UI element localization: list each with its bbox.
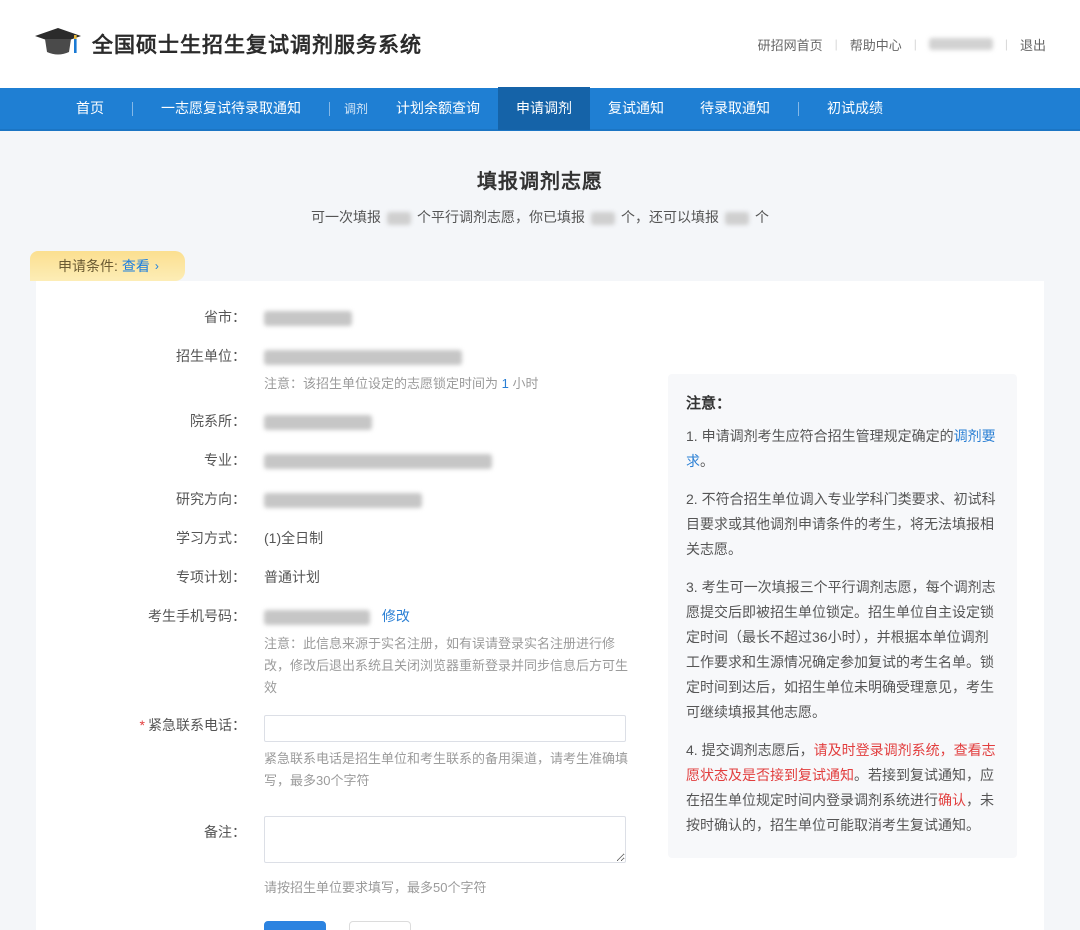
phone-note: 注意：此信息来源于实名注册，如有误请登录实名注册进行修改，修改后退出系统且关闭浏… (264, 633, 632, 699)
remark-textarea[interactable] (264, 816, 626, 863)
study-mode-value: (1)全日制 (264, 528, 323, 549)
phone-value-redacted (264, 610, 370, 625)
major-label: 专业： (72, 450, 246, 471)
view-condition-link[interactable]: 查看 (122, 256, 150, 276)
phone-label: 考生手机号码： (72, 606, 246, 627)
notice-item-2: 2. 不符合招生单位调入专业学科门类要求、初试科目要求或其他调剂申请条件的考生，… (686, 487, 999, 562)
page-subtitle: 可一次填报 个平行调剂志愿，你已填报 个，还可以填报 个 (0, 207, 1080, 227)
page-head: 填报调剂志愿 可一次填报 个平行调剂志愿，你已填报 个，还可以填报 个 (0, 131, 1080, 227)
page-title: 填报调剂志愿 (0, 165, 1080, 194)
notice-text: 4. 提交调剂志愿后， (686, 742, 814, 758)
direction-label: 研究方向： (72, 489, 246, 510)
major-value-redacted (264, 454, 492, 469)
note-text: 小时 (513, 376, 539, 391)
divider (798, 102, 799, 116)
direction-value-redacted (264, 493, 422, 508)
province-label: 省市： (72, 307, 246, 328)
special-plan-label: 专项计划： (72, 567, 246, 588)
form-row-direction: 研究方向： (72, 489, 636, 510)
nav-apply-tiaoji[interactable]: 申请调剂 (498, 87, 590, 130)
notice-warning-text: 确认 (938, 792, 966, 808)
notice-item-4: 4. 提交调剂志愿后，请及时登录调剂系统，查看志愿状态及是否接到复试通知。若接到… (686, 738, 999, 838)
form-row-emergency: *紧急联系电话： (72, 715, 636, 742)
notice-title: 注意： (686, 391, 999, 416)
notice-item-1: 1. 申请调剂考生应符合招生管理规定确定的调剂要求。 (686, 424, 999, 474)
divider: | (914, 37, 917, 51)
special-plan-value: 普通计划 (264, 567, 320, 588)
divider (132, 102, 133, 116)
form-row-study-mode: 学习方式： (1)全日制 (72, 528, 636, 549)
nav-home[interactable]: 首页 (58, 87, 122, 130)
header: 全国硕士生招生复试调剂服务系统 研招网首页 | 帮助中心 | | 退出 (0, 0, 1080, 88)
emergency-label: *紧急联系电话： (72, 715, 246, 742)
tiaoji-form: 省市： 招生单位： 注意：该招生单位设定的志愿锁定时间为 1 小时 院系所： 专… (36, 307, 636, 930)
form-buttons: 提交 返回 (264, 921, 636, 930)
remark-label: 备注： (72, 816, 246, 869)
form-card: 省市： 招生单位： 注意：该招生单位设定的志愿锁定时间为 1 小时 院系所： 专… (36, 281, 1044, 930)
nav-admission-notice[interactable]: 待录取通知 (682, 87, 788, 130)
form-row-major: 专业： (72, 450, 636, 471)
form-row-phone: 考生手机号码： 修改 (72, 606, 636, 627)
nav-retest-notice[interactable]: 复试通知 (590, 87, 682, 130)
form-row-province: 省市： (72, 307, 636, 328)
province-value-redacted (264, 311, 352, 326)
subtitle-text: 个 (755, 209, 769, 225)
notice-item-3: 3. 考生可一次填报三个平行调剂志愿，每个调剂志愿提交后即被招生单位锁定。招生单… (686, 575, 999, 725)
divider: | (835, 37, 838, 51)
nav-first-choice-notice[interactable]: 一志愿复试待录取通知 (143, 87, 319, 130)
unit-label: 招生单位： (72, 346, 246, 367)
required-asterisk: * (140, 717, 145, 733)
username-redacted (929, 38, 993, 50)
link-help-center[interactable]: 帮助中心 (850, 35, 902, 54)
link-logout[interactable]: 退出 (1020, 35, 1046, 54)
department-value-redacted (264, 415, 372, 430)
submit-button[interactable]: 提交 (264, 921, 326, 930)
notice-panel: 注意： 1. 申请调剂考生应符合招生管理规定确定的调剂要求。 2. 不符合招生单… (668, 374, 1017, 858)
emergency-label-text: 紧急联系电话： (148, 717, 246, 733)
header-links: 研招网首页 | 帮助中心 | | 退出 (758, 35, 1046, 54)
unit-lock-note: 注意：该招生单位设定的志愿锁定时间为 1 小时 (264, 373, 632, 395)
app-title: 全国硕士生招生复试调剂服务系统 (92, 29, 422, 59)
modify-phone-link[interactable]: 修改 (382, 608, 410, 624)
divider (329, 102, 330, 116)
note-text: 注意：该招生单位设定的志愿锁定时间为 (264, 376, 498, 391)
notice-text: 。 (700, 453, 714, 469)
nav-group-label-tiaoji: 调剂 (344, 100, 368, 117)
graduation-cap-icon (34, 26, 82, 62)
subtitle-text: 可一次填报 (311, 209, 381, 225)
divider: | (1005, 37, 1008, 51)
nav-exam-score[interactable]: 初试成绩 (809, 87, 901, 130)
notice-text: 1. 申请调剂考生应符合招生管理规定确定的 (686, 428, 954, 444)
form-row-remark: 备注： (72, 816, 636, 869)
emergency-phone-input[interactable] (264, 715, 626, 742)
redacted-count-filled (591, 212, 615, 225)
main-nav: 首页 一志愿复试待录取通知 调剂 计划余额查询 申请调剂 复试通知 待录取通知 … (0, 88, 1080, 131)
redacted-count-remaining (725, 212, 749, 225)
study-mode-label: 学习方式： (72, 528, 246, 549)
emergency-help: 紧急联系电话是招生单位和考生联系的备用渠道，请考生准确填写，最多30个字符 (264, 748, 632, 792)
form-row-department: 院系所： (72, 411, 636, 432)
link-yanzhao-home[interactable]: 研招网首页 (758, 35, 823, 54)
redacted-count-total (387, 212, 411, 225)
chevron-right-icon: › (155, 259, 159, 273)
nav-plan-query[interactable]: 计划余额查询 (378, 87, 498, 130)
subtitle-text: 个，还可以填报 (621, 209, 719, 225)
department-label: 院系所： (72, 411, 246, 432)
subtitle-text: 个平行调剂志愿，你已填报 (417, 209, 585, 225)
back-button[interactable]: 返回 (349, 921, 411, 930)
form-row-unit: 招生单位： (72, 346, 636, 367)
apply-condition-badge: 申请条件: 查看 › (30, 251, 185, 281)
apply-condition-label: 申请条件: (58, 256, 118, 276)
unit-value-redacted (264, 350, 462, 365)
form-row-special-plan: 专项计划： 普通计划 (72, 567, 636, 588)
remark-help: 请按招生单位要求填写，最多50个字符 (264, 877, 632, 899)
lock-hours-value: 1 (502, 376, 509, 391)
